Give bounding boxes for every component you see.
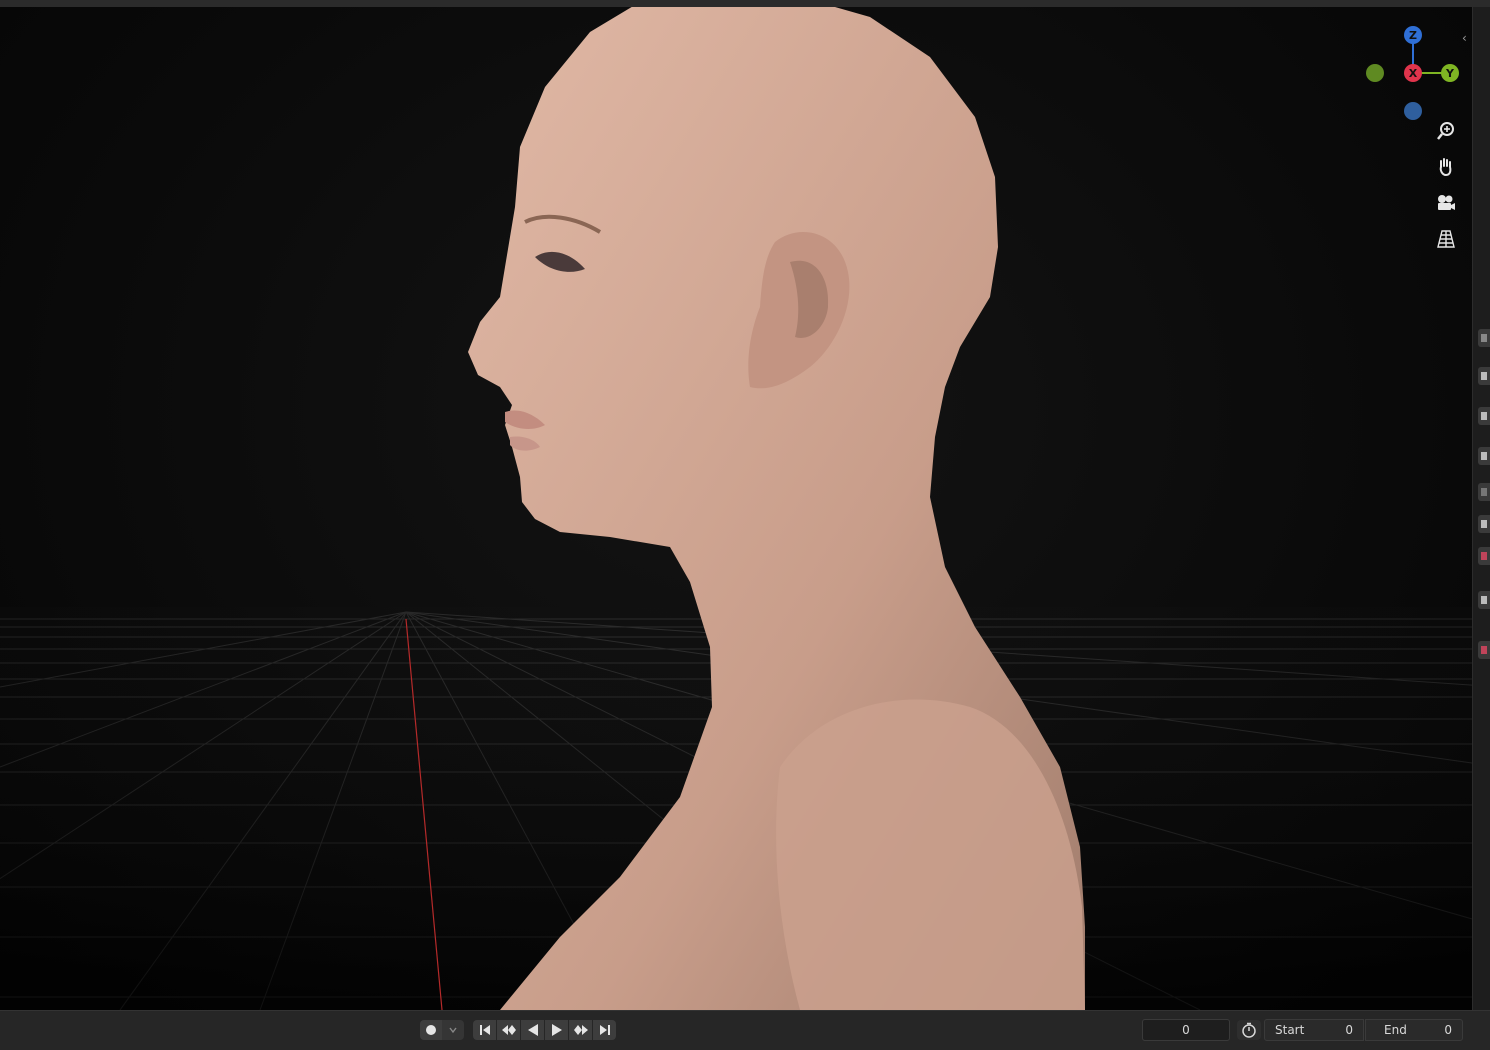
timeline-bar: 0 Start 0 End 0 [0, 1010, 1490, 1050]
3d-viewport[interactable]: Z X Y ‹ [0, 7, 1472, 1010]
chevron-left-icon[interactable]: ‹ [1462, 31, 1472, 45]
view-layer-tab[interactable] [1478, 447, 1490, 465]
axis-neg-y-ball[interactable] [1366, 64, 1384, 82]
axis-y-ball[interactable]: Y [1441, 64, 1459, 82]
zoom-icon[interactable] [1432, 117, 1460, 145]
current-frame-value: 0 [1182, 1023, 1190, 1037]
chevron-down-icon[interactable] [442, 1020, 464, 1040]
play-icon[interactable] [545, 1020, 568, 1040]
prev-keyframe-icon[interactable] [497, 1020, 520, 1040]
end-value: 0 [1444, 1023, 1452, 1037]
blender-window: Z X Y ‹ 0 Start 0 End 0 [0, 0, 1490, 1050]
start-label: Start [1275, 1023, 1305, 1037]
camera-icon[interactable] [1432, 189, 1460, 217]
axis-neg-z-ball[interactable] [1404, 102, 1422, 120]
end-frame-field[interactable]: End 0 [1365, 1019, 1463, 1041]
jump-end-icon[interactable] [593, 1020, 616, 1040]
tool-tab[interactable] [1478, 329, 1490, 347]
next-keyframe-icon[interactable] [569, 1020, 592, 1040]
perspective-grid-icon[interactable] [1432, 225, 1460, 253]
axis-x-ball[interactable]: X [1404, 64, 1422, 82]
output-tab[interactable] [1478, 407, 1490, 425]
stopwatch-icon[interactable] [1237, 1020, 1261, 1040]
start-value: 0 [1345, 1023, 1353, 1037]
end-label: End [1384, 1023, 1407, 1037]
render-tab[interactable] [1478, 367, 1490, 385]
collection-tab[interactable] [1478, 547, 1490, 565]
object-tab[interactable] [1478, 591, 1490, 609]
navigation-gizmo[interactable]: Z X Y [1360, 21, 1470, 126]
jump-start-icon[interactable] [473, 1020, 496, 1040]
axis-z-ball[interactable]: Z [1404, 26, 1422, 44]
axis-y-label: Y [1446, 66, 1454, 80]
hand-pan-icon[interactable] [1432, 153, 1460, 181]
properties-tab-strip [1472, 7, 1490, 1010]
current-frame-field[interactable]: 0 [1142, 1019, 1230, 1041]
world-tab[interactable] [1478, 515, 1490, 533]
scene-tab[interactable] [1478, 483, 1490, 501]
texture-tab[interactable] [1478, 641, 1490, 659]
record-dot-icon[interactable] [420, 1020, 442, 1040]
axis-z-label: Z [1409, 28, 1417, 42]
start-frame-field[interactable]: Start 0 [1264, 1019, 1364, 1041]
play-reverse-icon[interactable] [521, 1020, 544, 1040]
axis-x-label: X [1408, 66, 1418, 80]
viewport-scene [0, 7, 1472, 1010]
